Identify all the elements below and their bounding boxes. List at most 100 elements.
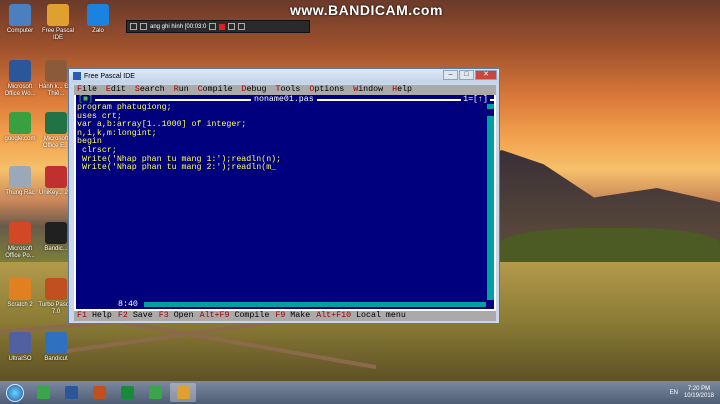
desktop-icon-label: Bandicut <box>44 356 68 362</box>
menu-item[interactable]: Options <box>306 85 350 95</box>
menu-label: earch <box>139 85 165 94</box>
minimize-button[interactable]: – <box>443 70 458 80</box>
desktop-icon[interactable]: UltraISO <box>2 332 38 363</box>
desktop-icon-label: Thùng Rác <box>5 190 35 196</box>
menu-item[interactable]: Edit <box>103 85 132 95</box>
unikey-icon <box>120 386 134 399</box>
editor-window-number[interactable]: 1=[↑] <box>461 95 490 104</box>
menu-label: ompile <box>202 85 233 94</box>
menu-label: ools <box>280 85 301 94</box>
app-icon <box>87 4 109 26</box>
close-button[interactable]: ✕ <box>475 70 497 80</box>
rec-camera-icon[interactable] <box>228 23 236 30</box>
clock-time: 7:20 PM <box>687 385 711 392</box>
desktop-icon[interactable]: Computer <box>2 4 38 35</box>
status-label: Open <box>168 311 194 320</box>
app-icon <box>9 222 31 244</box>
taskbar-app-chrome-2[interactable] <box>142 383 168 402</box>
chrome-2-icon <box>148 386 162 399</box>
desktop-icon[interactable]: Thùng Rác <box>2 166 38 197</box>
app-icon <box>9 4 31 26</box>
taskbar-app-turbo-pascal[interactable] <box>86 383 112 402</box>
menu-label: elp <box>397 85 413 94</box>
desktop-icon[interactable]: Bandicut <box>38 332 74 363</box>
desktop-icon[interactable]: Zalo <box>80 4 116 35</box>
menu-item[interactable]: Search <box>132 85 171 95</box>
rec-pen-icon[interactable] <box>238 23 246 30</box>
bandicam-watermark: www.BANDICAM.com <box>290 2 443 18</box>
clock[interactable]: 7:20 PM 10/19/2018 <box>684 386 714 400</box>
desktop-icon[interactable]: Scratch 2 <box>2 278 38 309</box>
status-command[interactable]: F9 Make <box>272 311 313 321</box>
status-hotkey: F1 <box>77 311 87 320</box>
app-icon <box>47 4 69 26</box>
rec-stop-icon[interactable] <box>219 23 226 30</box>
code-line: Write('Nhap phan tu mang 2:');readln(m_ <box>77 163 277 173</box>
horizontal-scrollbar[interactable] <box>144 302 486 307</box>
status-label: Make <box>285 311 311 320</box>
menu-item[interactable]: Compile <box>195 85 239 95</box>
vertical-scroll-thumb[interactable] <box>487 109 494 116</box>
app-icon <box>45 60 67 82</box>
app-icon <box>45 112 67 134</box>
desktop-icon-label: Zalo <box>92 28 104 34</box>
maximize-button[interactable]: □ <box>459 70 474 80</box>
app-icon <box>9 60 31 82</box>
desktop-icon-label: Free Pascal IDE <box>41 28 74 41</box>
menu-item[interactable]: Help <box>389 85 418 95</box>
menu-label: ptions <box>314 85 345 94</box>
free-pascal-window[interactable]: Free Pascal IDE – □ ✕ File Edit Search Run C… <box>68 68 500 324</box>
ide-menubar: File Edit Search Run Compile Debug Tools Option… <box>74 85 496 95</box>
menu-item[interactable]: Tools <box>272 85 306 95</box>
code-line: n,i,k,m:longint; <box>77 128 157 138</box>
app-icon <box>45 166 67 188</box>
code-area[interactable]: program phatugiong; uses crt; var a,b:arra… <box>77 103 281 173</box>
taskbar-app-word[interactable] <box>58 383 84 402</box>
desktop-icon[interactable]: Microsoft Office Wo... <box>2 60 38 98</box>
taskbar-app-unikey[interactable] <box>114 383 140 402</box>
cursor-position: 8:40 <box>116 300 140 309</box>
window-title: Free Pascal IDE <box>84 72 135 80</box>
status-command[interactable]: Alt+F9 Compile <box>197 311 273 321</box>
status-label: Compile <box>229 311 270 320</box>
language-indicator[interactable]: EN <box>670 390 678 396</box>
windows-orb-icon <box>6 383 24 402</box>
turbo-pascal-icon <box>92 386 106 399</box>
desktop-icon[interactable]: Microsoft Office Po... <box>2 222 38 260</box>
menu-item[interactable]: Window <box>350 85 389 95</box>
start-button[interactable] <box>0 381 30 404</box>
desktop-icon[interactable]: Free Pascal IDE <box>40 4 76 42</box>
app-icon <box>45 278 67 300</box>
chrome-icon <box>36 386 50 399</box>
taskbar-app-free-pascal[interactable] <box>170 383 196 402</box>
desktop-icon[interactable]: google.com <box>2 112 38 143</box>
menu-item[interactable]: File <box>74 85 103 95</box>
status-hotkey: F3 <box>158 311 169 320</box>
rec-window-icon[interactable] <box>130 23 137 30</box>
taskbar-app-chrome[interactable] <box>30 383 56 402</box>
rec-status-text: ang ghi hình [00:03:0 <box>150 23 207 30</box>
clock-date: 10/19/2018 <box>683 392 714 399</box>
desktop-icon-label: Microsoft Office Po... <box>5 246 35 259</box>
status-command[interactable]: F2 Save <box>115 311 156 321</box>
app-icon <box>9 332 31 354</box>
status-hotkey: Alt+F10 <box>316 311 352 320</box>
rec-pause-icon[interactable] <box>140 23 147 30</box>
app-icon <box>9 278 31 300</box>
app-icon <box>45 222 67 244</box>
status-label: Local menu <box>351 311 406 320</box>
recorder-toolbar[interactable]: ang ghi hình [00:03:0 <box>126 20 310 33</box>
vertical-scrollbar[interactable] <box>487 104 494 300</box>
menu-item[interactable]: Run <box>171 85 195 95</box>
status-command[interactable]: Alt+F10 Local menu <box>313 311 409 321</box>
rec-pause2-icon[interactable] <box>209 23 217 30</box>
status-command[interactable]: F3 Open <box>156 311 197 321</box>
menu-item[interactable]: Debug <box>239 85 273 95</box>
app-icon <box>45 332 67 354</box>
window-titlebar[interactable]: Free Pascal IDE <box>69 69 499 83</box>
editor-window[interactable]: [■] noname01.pas 1=[↑] program phatugion… <box>74 95 496 311</box>
status-hotkey: F2 <box>117 311 128 320</box>
status-command[interactable]: F1 Help <box>74 311 115 321</box>
menu-label: dit <box>110 85 126 94</box>
ide-screen: File Edit Search Run Compile Debug Tools Option… <box>74 85 496 321</box>
